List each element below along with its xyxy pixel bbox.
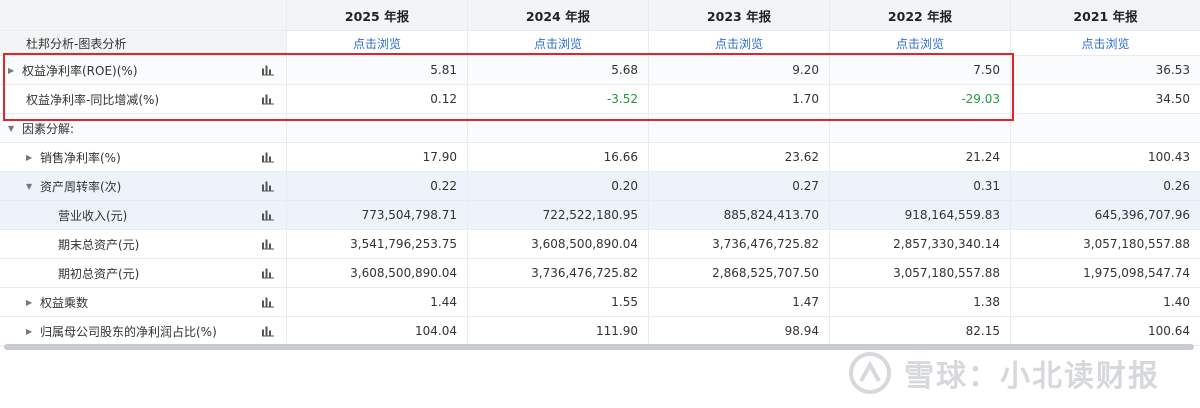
value-cell: 98.94 (649, 317, 830, 345)
value-cell: 3,608,500,890.04 (287, 259, 468, 287)
bar-chart-icon[interactable] (262, 239, 274, 250)
year-header[interactable]: 2022 年报 (830, 0, 1011, 30)
value-cell: 104.04 (287, 317, 468, 345)
header-corner (0, 0, 287, 30)
bar-chart-icon[interactable] (262, 297, 274, 308)
view-chart-link[interactable]: 点击浏览 (468, 31, 649, 55)
bar-chart-icon[interactable] (262, 326, 274, 337)
table-row: ▼ 资产周转率(次) 0.22 0.20 0.27 0.31 0.26 (0, 172, 1200, 201)
snowball-logo-icon (849, 352, 891, 394)
caret-down-icon[interactable]: ▼ (8, 124, 22, 133)
table-row: 营业收入(元) 773,504,798.71 722,522,180.95 88… (0, 201, 1200, 230)
view-chart-link[interactable]: 点击浏览 (830, 31, 1011, 55)
caret-right-icon[interactable]: ▶ (26, 327, 40, 336)
value-cell: 1.44 (287, 288, 468, 316)
row-label: 权益净利率-同比增减(%) (0, 85, 287, 113)
value-cell: 0.27 (649, 172, 830, 200)
bar-chart-icon[interactable] (262, 210, 274, 221)
table-row: ▶ 销售净利率(%) 17.90 16.66 23.62 21.24 100.4… (0, 143, 1200, 172)
value-cell: 885,824,413.70 (649, 201, 830, 229)
value-cell: 0.22 (287, 172, 468, 200)
watermark-text: 雪球：小北读财报 (904, 359, 1160, 394)
value-cell: 100.64 (1148, 324, 1190, 338)
value-cell: 0.20 (468, 172, 649, 200)
value-cell: 3,057,180,557.88 (1083, 237, 1190, 251)
value-cell: 2,868,525,707.50 (649, 259, 830, 287)
value-cell: 3,608,500,890.04 (468, 230, 649, 258)
year-header[interactable]: 2025 年报 (287, 0, 468, 30)
table-row: 期末总资产(元) 3,541,796,253.75 3,608,500,890.… (0, 230, 1200, 259)
year-header[interactable]: 2024 年报 (468, 0, 649, 30)
bar-chart-icon[interactable] (262, 268, 274, 279)
value-cell: -29.03 (830, 85, 1011, 113)
value-cell: 1.55 (468, 288, 649, 316)
value-cell: 82.15 (830, 317, 1011, 345)
value-cell: 23.62 (649, 143, 830, 171)
value-cell: 5.68 (468, 56, 649, 84)
value-cell: 645,396,707.96 (1094, 208, 1190, 222)
row-label[interactable]: ▶ 归属母公司股东的净利润占比(%) (0, 317, 287, 345)
table-row: ▶ 权益净利率(ROE)(%) 5.81 5.68 9.20 7.50 36.5… (0, 56, 1200, 85)
value-cell: 111.90 (468, 317, 649, 345)
value-cell: 9.20 (649, 56, 830, 84)
value-cell: 3,736,476,725.82 (468, 259, 649, 287)
bar-chart-icon[interactable] (262, 94, 274, 105)
row-label: 期末总资产(元) (0, 230, 287, 258)
value-cell: 17.90 (287, 143, 468, 171)
chart-analysis-label: 杜邦分析-图表分析 (0, 31, 287, 55)
value-cell: 918,164,559.83 (830, 201, 1011, 229)
caret-right-icon[interactable]: ▶ (26, 153, 40, 162)
value-cell: 3,541,796,253.75 (287, 230, 468, 258)
bar-chart-icon[interactable] (262, 181, 274, 192)
bar-chart-icon[interactable] (262, 152, 274, 163)
value-cell: 3,736,476,725.82 (649, 230, 830, 258)
value-cell: -3.52 (468, 85, 649, 113)
value-cell: 1.70 (649, 85, 830, 113)
view-chart-link[interactable]: 点击浏览 (287, 31, 468, 55)
value-cell: 1.38 (830, 288, 1011, 316)
row-label[interactable]: ▶ 权益乘数 (0, 288, 287, 316)
row-label: 营业收入(元) (0, 201, 287, 229)
caret-right-icon[interactable]: ▶ (8, 66, 22, 75)
table-row: ▶ 归属母公司股东的净利润占比(%) 104.04 111.90 98.94 8… (0, 317, 1200, 346)
dupont-table: 2025 年报 2024 年报 2023 年报 2022 年报 2021 年报 … (0, 0, 1200, 346)
value-cell: 1.40 (1163, 295, 1190, 309)
row-label[interactable]: ▶ 销售净利率(%) (0, 143, 287, 171)
view-chart-link[interactable]: 点击浏览 (1011, 31, 1200, 55)
watermark: 雪球：小北读财报 (848, 346, 1160, 400)
bar-chart-icon[interactable] (262, 65, 274, 76)
chart-link-row: 杜邦分析-图表分析 点击浏览 点击浏览 点击浏览 点击浏览 点击浏览 (0, 31, 1200, 56)
value-cell: 1.47 (649, 288, 830, 316)
table-row: 期初总资产(元) 3,608,500,890.04 3,736,476,725.… (0, 259, 1200, 288)
value-cell: 21.24 (830, 143, 1011, 171)
value-cell: 34.50 (1155, 92, 1190, 106)
value-cell: 0.31 (830, 172, 1011, 200)
value-cell: 0.12 (287, 85, 468, 113)
value-cell: 0.26 (1163, 179, 1190, 193)
caret-down-icon[interactable]: ▼ (26, 182, 40, 191)
year-header[interactable]: 2021 年报 (1011, 0, 1200, 30)
value-cell: 3,057,180,557.88 (830, 259, 1011, 287)
value-cell: 100.43 (1148, 150, 1190, 164)
header-row: 2025 年报 2024 年报 2023 年报 2022 年报 2021 年报 (0, 0, 1200, 31)
value-cell: 1,975,098,547.74 (1083, 266, 1190, 280)
value-cell: 2,857,330,340.14 (830, 230, 1011, 258)
table-row: 权益净利率-同比增减(%) 0.12 -3.52 1.70 -29.03 34.… (0, 85, 1200, 114)
row-label[interactable]: ▼ 因素分解: (0, 114, 287, 142)
caret-right-icon[interactable]: ▶ (26, 298, 40, 307)
row-label: 期初总资产(元) (0, 259, 287, 287)
value-cell: 722,522,180.95 (468, 201, 649, 229)
value-cell: 7.50 (830, 56, 1011, 84)
row-label[interactable]: ▶ 权益净利率(ROE)(%) (0, 56, 287, 84)
view-chart-link[interactable]: 点击浏览 (649, 31, 830, 55)
table-row: ▼ 因素分解: (0, 114, 1200, 143)
value-cell: 773,504,798.71 (287, 201, 468, 229)
value-cell: 16.66 (468, 143, 649, 171)
value-cell: 5.81 (287, 56, 468, 84)
year-header[interactable]: 2023 年报 (649, 0, 830, 30)
table-row: ▶ 权益乘数 1.44 1.55 1.47 1.38 1.40 (0, 288, 1200, 317)
row-label[interactable]: ▼ 资产周转率(次) (0, 172, 287, 200)
value-cell: 36.53 (1155, 63, 1190, 77)
